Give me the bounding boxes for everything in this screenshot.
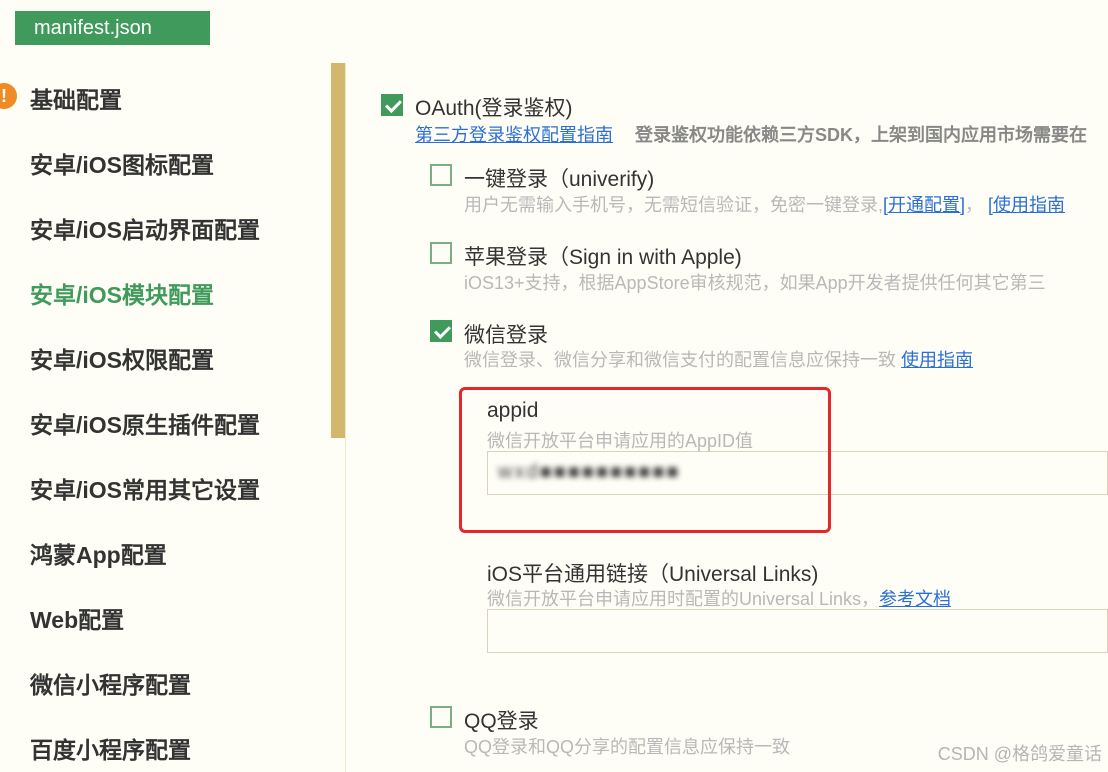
ulink-doc-link[interactable]: 参考文档 (879, 589, 951, 609)
univerify-enable-link[interactable]: [开通配置] (883, 195, 965, 215)
sidebar-item-icon[interactable]: 安卓/iOS图标配置 (30, 146, 214, 180)
highlight-box (459, 387, 831, 533)
univerify-desc-text: 用户无需输入手机号，无需短信验证，免密一键登录, (464, 195, 883, 215)
ulink-input[interactable] (487, 609, 1108, 653)
ulink-hint-text: 微信开放平台申请应用时配置的Universal Links， (487, 589, 880, 609)
qq-label: QQ登录 (464, 710, 539, 733)
apple-desc: iOS13+支持，根据AppStore审核规范，如果App开发者提供任何其它第三 (464, 273, 1046, 293)
sidebar-item-splash[interactable]: 安卓/iOS启动界面配置 (30, 211, 260, 245)
univerify-guide-link[interactable]: [使用指南 (988, 195, 1065, 215)
wechat-label: 微信登录 (464, 324, 548, 347)
univerify-label: 一键登录（univerify) (464, 168, 655, 191)
sidebar-item-native-plugins[interactable]: 安卓/iOS原生插件配置 (30, 406, 260, 440)
sidebar-item-basic[interactable]: 基础配置 (30, 81, 122, 115)
wechat-guide-link[interactable]: 使用指南 (901, 350, 973, 370)
oauth-checkbox[interactable] (381, 94, 403, 116)
wechat-desc: 微信登录、微信分享和微信支付的配置信息应保持一致 使用指南 (464, 346, 973, 372)
sidebar-item-other-settings[interactable]: 安卓/iOS常用其它设置 (30, 471, 260, 505)
sidebar-item-wechat-mp[interactable]: 微信小程序配置 (30, 666, 191, 700)
watermark: CSDN @格鸽爱童话 (937, 744, 1102, 764)
ulink-hint: 微信开放平台申请应用时配置的Universal Links，参考文档 (487, 585, 951, 611)
sidebar-scrollbar[interactable] (331, 63, 345, 438)
ulink-label: iOS平台通用链接（Universal Links) (487, 563, 819, 586)
wechat-desc-text: 微信登录、微信分享和微信支付的配置信息应保持一致 (464, 350, 896, 370)
qq-checkbox[interactable] (430, 706, 452, 728)
univerify-sep: ， (965, 195, 984, 215)
apple-checkbox[interactable] (430, 242, 452, 264)
sidebar: ! 基础配置 安卓/iOS图标配置 安卓/iOS启动界面配置 安卓/iOS模块配… (0, 63, 345, 772)
sidebar-item-harmony[interactable]: 鸿蒙App配置 (30, 536, 167, 570)
univerify-desc: 用户无需输入手机号，无需短信验证，免密一键登录,[开通配置]， [使用指南 (464, 191, 1065, 217)
warning-icon: ! (0, 83, 17, 109)
univerify-checkbox[interactable] (430, 164, 452, 186)
sidebar-item-web[interactable]: Web配置 (30, 601, 124, 635)
oauth-guide-link[interactable]: 第三方登录鉴权配置指南 (415, 121, 613, 147)
oauth-label: OAuth(登录鉴权) (415, 97, 573, 120)
tab-manifest-json[interactable]: manifest.json (15, 11, 210, 45)
qq-desc: QQ登录和QQ分享的配置信息应保持一致 (464, 737, 791, 757)
wechat-checkbox[interactable] (430, 320, 452, 342)
sidebar-item-baidu-mp[interactable]: 百度小程序配置 (30, 731, 191, 765)
apple-label: 苹果登录（Sign in with Apple) (464, 246, 742, 269)
sidebar-item-permissions[interactable]: 安卓/iOS权限配置 (30, 341, 214, 375)
oauth-guide-desc: 登录鉴权功能依赖三方SDK，上架到国内应用市场需要在 (635, 125, 1088, 145)
divider (345, 63, 346, 772)
sidebar-item-modules[interactable]: 安卓/iOS模块配置 (30, 276, 214, 310)
